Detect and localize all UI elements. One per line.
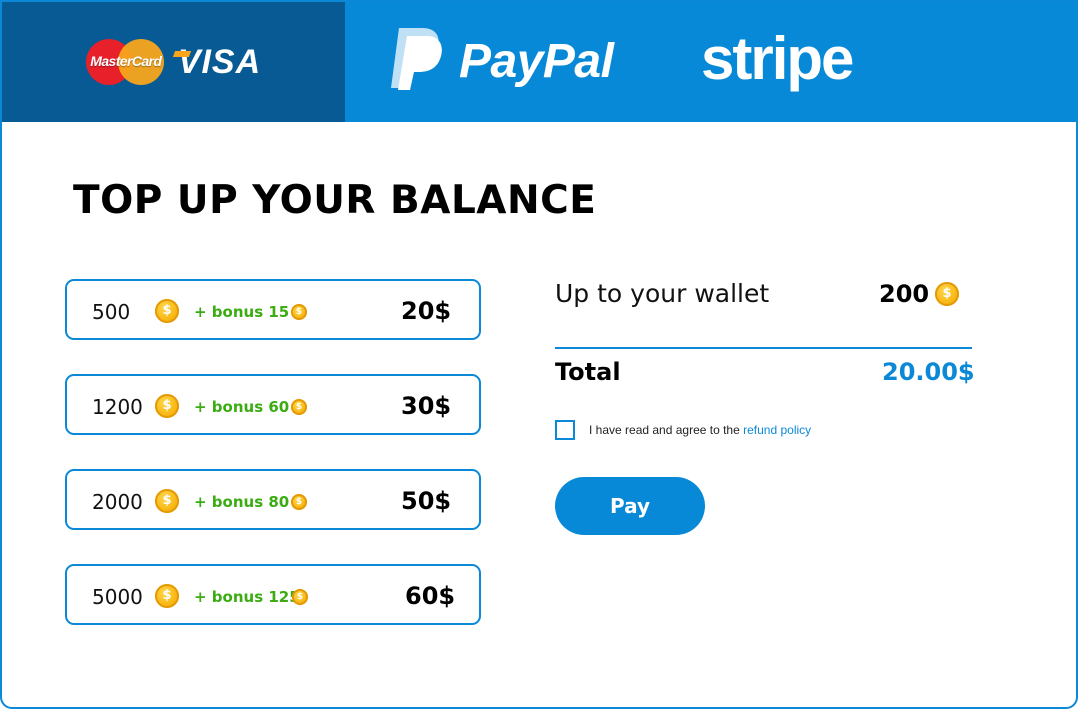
coin-icon: $ [935, 282, 959, 306]
mastercard-logo: MasterCard [85, 37, 166, 87]
coin-icon: $ [292, 589, 308, 605]
coin-icon: $ [155, 394, 179, 418]
option-amount: 500 [92, 300, 131, 324]
top-up-option-2000[interactable]: 2000 $ + bonus 80 $ 50$ [65, 469, 481, 530]
paypal-wordmark: PayPal [459, 35, 614, 88]
mastercard-wordmark: MasterCard [90, 53, 162, 69]
option-bonus: + bonus 125 [194, 588, 300, 606]
total-value: 20.00$ [882, 358, 975, 386]
visa-flag-icon [172, 50, 191, 57]
option-price: 50$ [401, 487, 452, 515]
top-up-panel: MasterCard VISA PayPal stripe TOP UP YOU… [0, 0, 1078, 709]
tab-cards[interactable]: MasterCard VISA [2, 2, 345, 122]
tab-stripe[interactable]: stripe [701, 24, 854, 93]
option-amount: 1200 [92, 395, 143, 419]
agree-label: I have read and agree to the [589, 423, 740, 437]
summary-divider [555, 347, 972, 349]
refund-policy-link[interactable]: refund policy [743, 423, 811, 437]
coin-icon: $ [155, 299, 179, 323]
visa-logo: VISA [172, 42, 262, 82]
wallet-label: Up to your wallet [555, 279, 770, 308]
coin-icon: $ [291, 494, 307, 510]
coin-icon: $ [291, 399, 307, 415]
tab-paypal-stripe: PayPal stripe [345, 2, 1076, 122]
refund-policy-checkbox[interactable] [555, 420, 575, 440]
page-title: TOP UP YOUR BALANCE [73, 178, 597, 223]
option-bonus: + bonus 15 [194, 303, 290, 321]
top-up-option-1200[interactable]: 1200 $ + bonus 60 $ 30$ [65, 374, 481, 435]
visa-wordmark: VISA [177, 42, 262, 81]
coin-icon: $ [155, 584, 179, 608]
top-up-option-5000[interactable]: 5000 $ + bonus 125 $ 60$ [65, 564, 481, 625]
top-up-option-500[interactable]: 500 $ + bonus 15 $ 20$ [65, 279, 481, 340]
option-amount: 2000 [92, 490, 143, 514]
option-bonus: + bonus 80 [194, 493, 290, 511]
option-amount: 5000 [92, 585, 143, 609]
paypal-icon [391, 28, 442, 90]
option-price: 20$ [401, 297, 452, 325]
agree-text: I have read and agree to the refund poli… [589, 423, 811, 437]
total-label: Total [555, 358, 621, 386]
option-bonus: + bonus 60 [194, 398, 290, 416]
option-price: 60$ [405, 582, 456, 610]
payment-method-tabs: MasterCard VISA PayPal stripe [2, 2, 1076, 122]
wallet-value: 200 [879, 280, 930, 308]
option-price: 30$ [401, 392, 452, 420]
coin-icon: $ [155, 489, 179, 513]
coin-icon: $ [291, 304, 307, 320]
pay-button[interactable]: Pay [555, 477, 705, 535]
